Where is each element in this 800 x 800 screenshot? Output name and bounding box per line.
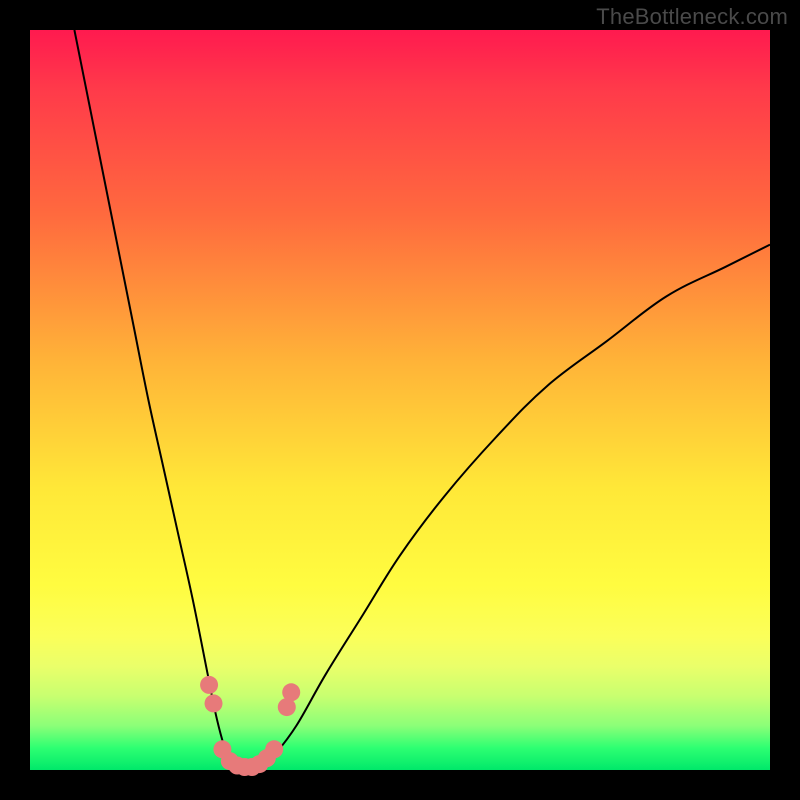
watermark-label: TheBottleneck.com (596, 4, 788, 30)
curve-left (74, 30, 237, 770)
plot-area (30, 30, 770, 770)
data-marker (265, 740, 283, 758)
curve-layer (30, 30, 770, 770)
data-marker (282, 683, 300, 701)
marker-group (200, 676, 300, 776)
curve-right (259, 245, 770, 770)
chart-frame: TheBottleneck.com (0, 0, 800, 800)
data-marker (205, 694, 223, 712)
data-marker (200, 676, 218, 694)
